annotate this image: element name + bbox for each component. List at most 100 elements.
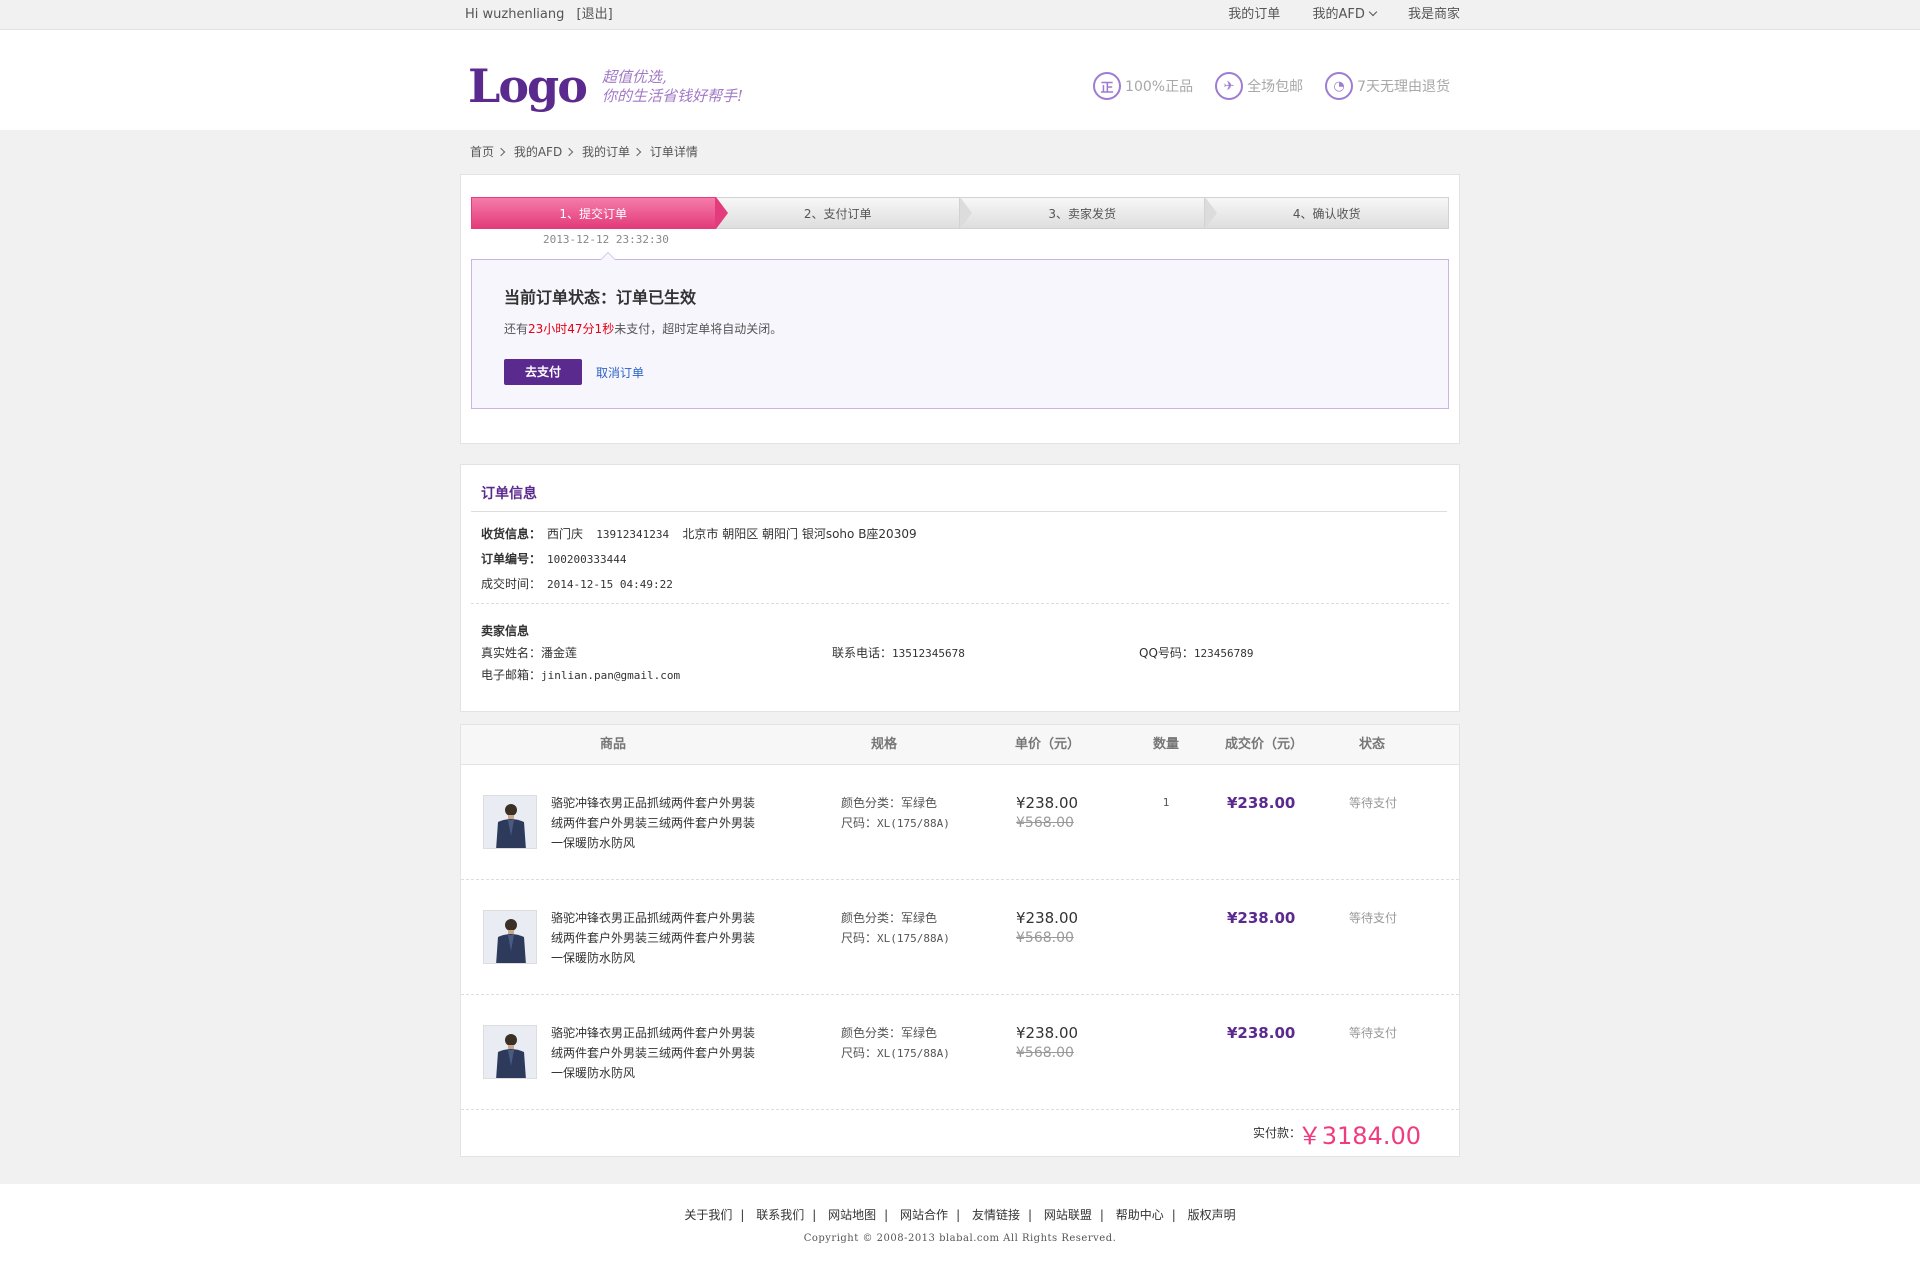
divider: | <box>1171 1208 1176 1222</box>
current-price: ¥238.00 <box>1016 1024 1079 1042</box>
product-spec: 颜色分类：军绿色 尺码：XL(175/88A) <box>841 793 950 834</box>
receiver-row: 收货信息： 西门庆 13912341234 北京市 朝阳区 朝阳门 银河soho … <box>481 522 1439 547</box>
seller-phone: 13512345678 <box>892 647 965 660</box>
seller-email-item: 电子邮箱：jinlian.pan@gmail.com <box>481 664 680 687</box>
divider: | <box>956 1208 961 1222</box>
phone-label: 联系电话： <box>832 646 893 660</box>
guarantee-label: 100%正品 <box>1125 79 1194 95</box>
guarantee-free-shipping: ✈ 全场包邮 <box>1215 72 1303 100</box>
qq-label: QQ号码： <box>1139 646 1194 660</box>
product-thumbnail[interactable] <box>483 795 537 849</box>
site-footer: 关于我们 | 联系我们 | 网站地图 | 网站合作 | 友情链接 | 网站联盟 | 帮助中心… <box>0 1184 1920 1284</box>
goods-table-header: 商品 规格 单价（元） 数量 成交价（元） 状态 <box>461 725 1459 765</box>
item-status: 等待支付 <box>1349 796 1398 810</box>
goods-table: 商品 规格 单价（元） 数量 成交价（元） 状态 骆驼冲锋衣男正品抓绒两件套户外… <box>460 724 1460 1157</box>
pay-button[interactable]: 去支付 <box>504 359 582 385</box>
deal-time: 2014-12-15 04:49:22 <box>547 578 673 591</box>
footer-link-help[interactable]: 帮助中心 <box>1116 1208 1164 1222</box>
spec-size: 尺码：XL(175/88A) <box>841 928 950 949</box>
order-number-label: 订单编号： <box>481 552 542 566</box>
original-price: ¥568.00 <box>1016 815 1074 831</box>
step-ship: 3、卖家发货 <box>960 197 1216 229</box>
product-thumbnail[interactable] <box>483 1025 537 1079</box>
footer-link-cooperation[interactable]: 网站合作 <box>900 1208 948 1222</box>
seller-info: 卖家信息 真实姓名：潘金莲 联系电话：13512345678 QQ号码：1234… <box>471 604 1449 686</box>
unit-price: ¥238.00 ¥568.00 <box>1016 908 1078 948</box>
col-spec: 规格 <box>871 737 898 752</box>
deal-time-row: 成交时间： 2014-12-15 04:49:22 <box>481 572 1439 597</box>
breadcrumb-my-afd[interactable]: 我的AFD <box>514 145 562 159</box>
product-thumbnail[interactable] <box>483 910 537 964</box>
my-orders-link[interactable]: 我的订单 <box>1228 7 1280 22</box>
footer-link-copyright[interactable]: 版权声明 <box>1188 1208 1236 1222</box>
original-price: ¥568.00 <box>1016 1045 1074 1061</box>
order-total: 实付款： ￥3184.00 <box>461 1110 1459 1156</box>
site-header: Logo 超值优选, 你的生活省钱好帮手! 正 100%正品 ✈ 全场包邮 ◔ … <box>0 30 1920 130</box>
real-name: 潘金莲 <box>541 646 578 660</box>
deal-price: ¥238.00 <box>1227 909 1296 927</box>
footer-link-sitemap[interactable]: 网站地图 <box>828 1208 876 1222</box>
merchant-link[interactable]: 我是商家 <box>1408 7 1460 22</box>
guarantee-return: ◔ 7天无理由退货 <box>1325 72 1450 100</box>
item-status: 等待支付 <box>1349 911 1398 925</box>
main-content: 首页 我的AFD 我的订单 订单详情 1、提交订单 2、支付订单 3、卖家发货 … <box>460 130 1460 1157</box>
chevron-right-icon <box>496 147 506 157</box>
product-image <box>484 796 536 848</box>
order-status-panel: 当前订单状态：订单已生效 还有23小时47分1秒未支付，超时定单将自动关闭。 去… <box>471 252 1449 409</box>
note-prefix: 还有 <box>504 322 529 336</box>
table-row: 骆驼冲锋衣男正品抓绒两件套户外男装绒两件套户外男装三绒两件套户外男装一保暖防水防… <box>461 765 1459 880</box>
receiver-label: 收货信息： <box>481 527 542 541</box>
status-actions: 去支付 取消订单 <box>504 359 1416 385</box>
divider: | <box>1027 1208 1032 1222</box>
note-suffix: 未支付，超时定单将自动关闭。 <box>614 322 783 336</box>
seller-qq: 123456789 <box>1193 647 1254 660</box>
guarantee-label: 7天无理由退货 <box>1357 79 1450 95</box>
order-number: 100200333444 <box>547 553 627 566</box>
size-value: XL(175/88A) <box>877 932 950 945</box>
spec-size: 尺码：XL(175/88A) <box>841 1043 950 1064</box>
my-afd-menu[interactable]: 我的AFD <box>1312 7 1378 22</box>
step-time: 2013-12-12 23:32:30 <box>543 233 669 246</box>
footer-link-contact[interactable]: 联系我们 <box>756 1208 804 1222</box>
product-name[interactable]: 骆驼冲锋衣男正品抓绒两件套户外男装绒两件套户外男装三绒两件套户外男装一保暖防水防… <box>551 793 761 853</box>
item-status: 等待支付 <box>1349 1026 1398 1040</box>
site-logo[interactable]: Logo <box>468 60 588 112</box>
size-value: XL(175/88A) <box>877 1047 950 1060</box>
quantity: 1 <box>1162 796 1170 809</box>
product-image <box>484 911 536 963</box>
receiver-address: 北京市 朝阳区 朝阳门 银河soho B座20309 <box>682 527 917 541</box>
size-label: 尺码： <box>841 1046 878 1060</box>
receiver-value: 西门庆 13912341234 北京市 朝阳区 朝阳门 银河soho B座203… <box>547 527 917 541</box>
copyright-text: Copyright © 2008-2013 blabal.com All Rig… <box>803 1233 1117 1244</box>
col-product: 商品 <box>600 737 627 752</box>
footer-link-about[interactable]: 关于我们 <box>684 1208 732 1222</box>
guarantee-genuine: 正 100%正品 <box>1093 72 1193 100</box>
deal-price: ¥238.00 <box>1227 794 1296 812</box>
breadcrumb-home[interactable]: 首页 <box>470 145 494 159</box>
size-label: 尺码： <box>841 816 878 830</box>
col-qty: 数量 <box>1153 737 1180 752</box>
divider: | <box>740 1208 745 1222</box>
product-name[interactable]: 骆驼冲锋衣男正品抓绒两件套户外男装绒两件套户外男装三绒两件套户外男装一保暖防水防… <box>551 1023 761 1083</box>
current-price: ¥238.00 <box>1016 909 1079 927</box>
countdown-timer: 23小时47分1秒 <box>528 322 615 336</box>
cancel-order-link[interactable]: 取消订单 <box>596 364 644 381</box>
logout-link[interactable]: [退出] <box>577 7 613 22</box>
total-label: 实付款： <box>1252 1126 1301 1140</box>
order-status-title: 当前订单状态：订单已生效 <box>504 288 697 307</box>
seller-qq-item: QQ号码：123456789 <box>1139 642 1254 665</box>
size-value: XL(175/88A) <box>877 817 950 830</box>
unit-price: ¥238.00 ¥568.00 <box>1016 1023 1078 1063</box>
real-name-label: 真实姓名： <box>481 646 542 660</box>
section-title: 订单信息 <box>471 483 1447 512</box>
divider: | <box>884 1208 889 1222</box>
footer-link-alliance[interactable]: 网站联盟 <box>1044 1208 1092 1222</box>
receiver-name: 西门庆 <box>547 527 584 541</box>
product-name[interactable]: 骆驼冲锋衣男正品抓绒两件套户外男装绒两件套户外男装三绒两件套户外男装一保暖防水防… <box>551 908 761 968</box>
footer-link-friends[interactable]: 友情链接 <box>972 1208 1020 1222</box>
slogan: 超值优选, 你的生活省钱好帮手! <box>602 68 743 106</box>
breadcrumb-my-orders[interactable]: 我的订单 <box>582 145 630 159</box>
payment-countdown-note: 还有23小时47分1秒未支付，超时定单将自动关闭。 <box>504 320 1416 337</box>
divider: | <box>812 1208 817 1222</box>
order-info-rows: 收货信息： 西门庆 13912341234 北京市 朝阳区 朝阳门 银河soho … <box>471 512 1449 604</box>
